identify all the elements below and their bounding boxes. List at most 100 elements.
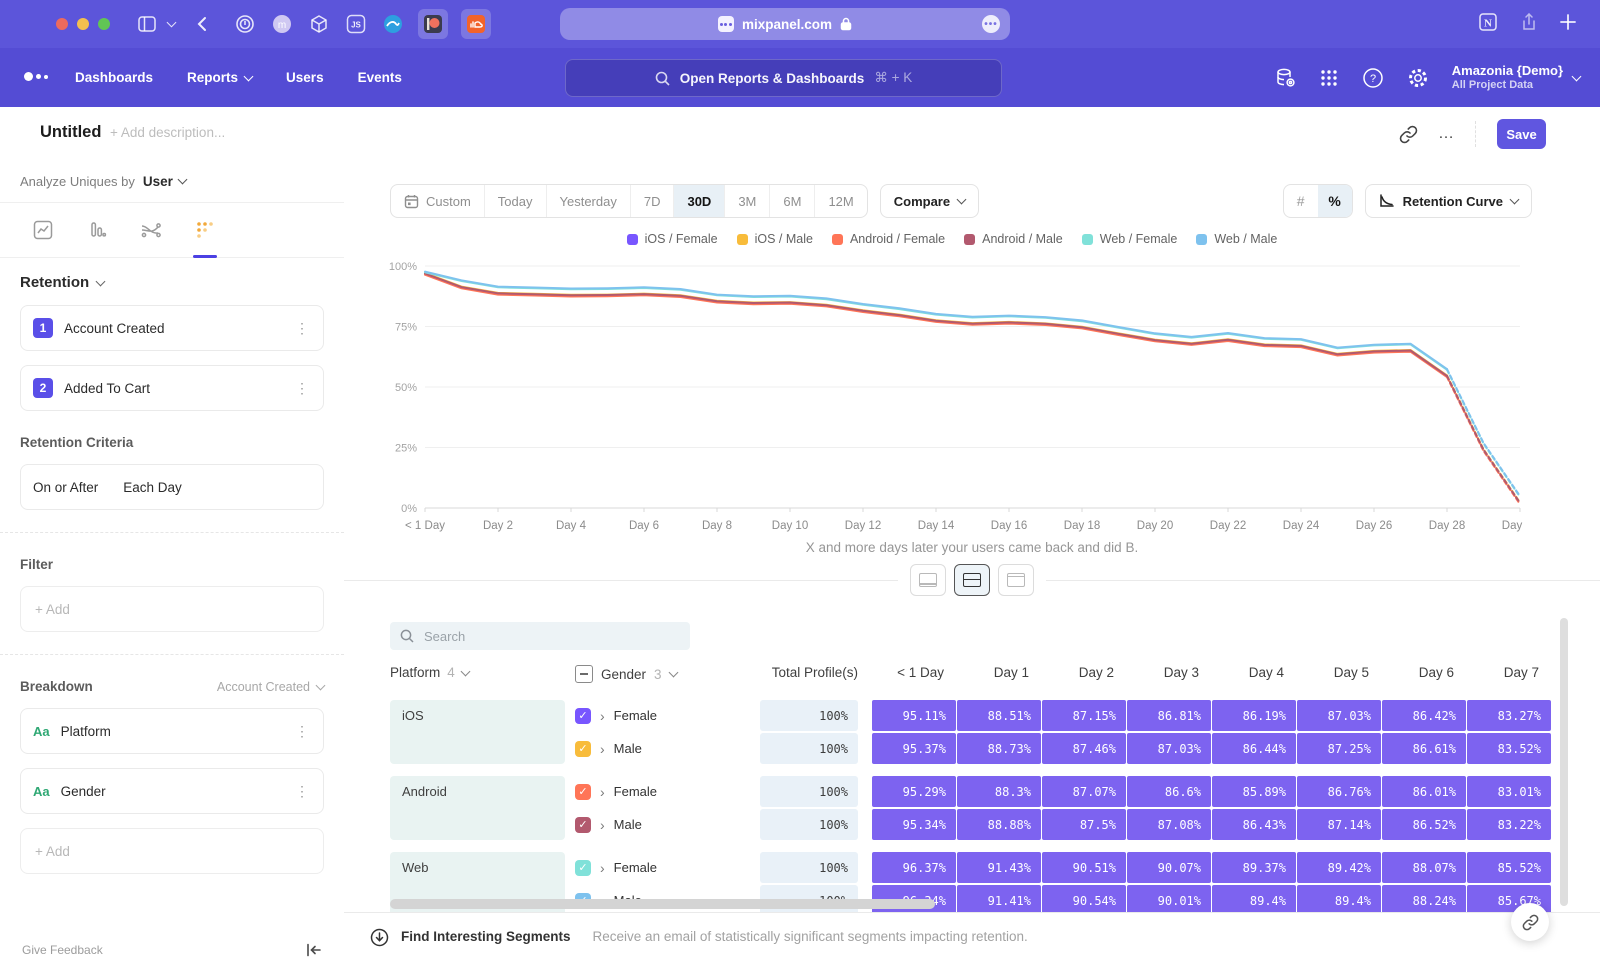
retention-cell[interactable]: 86.81% [1127,700,1211,731]
retention-cell[interactable]: 83.01% [1467,776,1551,807]
close-window-button[interactable] [56,18,68,30]
report-title[interactable]: Untitled [40,123,101,142]
retention-cell[interactable]: 83.22% [1467,809,1551,840]
retention-cell[interactable]: 83.27% [1467,700,1551,731]
retention-cell[interactable]: 88.07% [1382,852,1466,883]
retention-cell[interactable]: 91.43% [957,852,1041,883]
patreon-extension-icon[interactable] [418,9,448,39]
row-checkbox[interactable]: ✓ [575,784,591,800]
retention-cell[interactable]: 86.52% [1382,809,1466,840]
retention-cell[interactable]: 87.46% [1042,733,1126,764]
tab-flows[interactable] [136,203,166,257]
legend-item[interactable]: iOS / Female [627,232,718,246]
row-checkbox[interactable]: ✓ [575,817,591,833]
day-column-header[interactable]: Day 3 [1127,665,1211,680]
retention-cell[interactable]: 86.61% [1382,733,1466,764]
retention-cell[interactable]: 86.76% [1297,776,1381,807]
retention-cell[interactable]: 87.07% [1042,776,1126,807]
retention-cell[interactable]: 95.29% [872,776,956,807]
range-yesterday[interactable]: Yesterday [546,185,630,217]
retention-cell[interactable]: 86.42% [1382,700,1466,731]
absolute-values-toggle[interactable]: # [1284,185,1318,217]
retention-cell[interactable]: 91.41% [957,885,1041,912]
percent-values-toggle[interactable]: % [1318,185,1352,217]
analyze-entity-dropdown[interactable]: User [143,174,173,189]
retention-step-b[interactable]: 2 Added To Cart ⋮ [20,365,324,411]
find-segments-title[interactable]: Find Interesting Segments [401,929,571,944]
chevron-down-icon[interactable] [167,18,177,28]
add-description-field[interactable]: + Add description... [110,125,225,140]
retention-cell[interactable]: 87.5% [1042,809,1126,840]
breakdown-menu-icon[interactable]: ⋮ [293,723,311,740]
breakdown-scope-dropdown[interactable]: Account Created [217,680,324,694]
day-column-header[interactable]: Day 6 [1382,665,1466,680]
nav-events[interactable]: Events [358,70,402,85]
step-menu-icon[interactable]: ⋮ [293,380,311,397]
retention-cell[interactable]: 86.01% [1382,776,1466,807]
nav-reports[interactable]: Reports [187,70,252,85]
apps-grid-icon[interactable] [1319,68,1339,88]
range-today[interactable]: Today [484,185,546,217]
settings-gear-icon[interactable] [1407,67,1429,89]
save-button[interactable]: Save [1497,119,1546,149]
retention-cell[interactable]: 90.54% [1042,885,1126,912]
legend-item[interactable]: Android / Female [832,232,945,246]
legend-item[interactable]: Web / Female [1082,232,1178,246]
more-options-icon[interactable]: … [1438,125,1455,143]
layout-table-only-button[interactable] [998,564,1034,596]
retention-cell[interactable]: 86.43% [1212,809,1296,840]
add-filter-button[interactable]: + Add [20,586,324,632]
collapse-sidebar-icon[interactable] [306,943,322,957]
retention-cell[interactable]: 88.51% [957,700,1041,731]
mixpanel-logo[interactable] [24,72,48,81]
select-all-checkbox[interactable] [575,665,593,683]
gender-column-header[interactable]: Gender 3 [575,665,677,683]
step-menu-icon[interactable]: ⋮ [293,320,311,337]
tab-insights[interactable] [28,203,58,257]
retention-cell[interactable]: 89.42% [1297,852,1381,883]
share-icon[interactable] [1520,12,1538,32]
retention-cell[interactable]: 90.51% [1042,852,1126,883]
retention-cell[interactable]: 95.11% [872,700,956,731]
day-column-header[interactable]: < 1 Day [872,665,956,680]
legend-item[interactable]: iOS / Male [737,232,813,246]
copy-link-icon[interactable] [1399,125,1418,144]
breakdown-platform[interactable]: Aa Platform ⋮ [20,708,324,754]
help-icon[interactable]: ? [1362,67,1384,89]
retention-cell[interactable]: 89.4% [1297,885,1381,912]
new-tab-icon[interactable] [1560,14,1576,30]
layout-chart-only-button[interactable] [910,564,946,596]
maximize-window-button[interactable] [98,18,110,30]
m-extension-icon[interactable]: m [270,12,294,36]
retention-chart[interactable]: 0%25%50%75%100%< 1 DayDay 2Day 4Day 6Day… [380,256,1525,541]
site-options-icon[interactable]: ••• [982,15,1000,33]
expand-row-icon[interactable]: › [600,785,605,799]
expand-row-icon[interactable]: › [600,709,605,723]
retention-cell[interactable]: 88.3% [957,776,1041,807]
retention-step-a[interactable]: 1 Account Created ⋮ [20,305,324,351]
range-30d[interactable]: 30D [673,185,724,217]
retention-cell[interactable]: 85.52% [1467,852,1551,883]
range-3m[interactable]: 3M [724,185,769,217]
row-checkbox[interactable]: ✓ [575,741,591,757]
expand-row-icon[interactable]: › [600,861,605,875]
retention-cell[interactable]: 86.44% [1212,733,1296,764]
day-column-header[interactable]: Day 4 [1212,665,1296,680]
give-feedback-link[interactable]: Give Feedback [22,943,103,957]
retention-cell[interactable]: 90.01% [1127,885,1211,912]
total-column-header[interactable]: Total Profile(s) [760,665,858,680]
retention-cell[interactable]: 96.37% [872,852,956,883]
retention-cell[interactable]: 90.07% [1127,852,1211,883]
retention-cell[interactable]: 88.73% [957,733,1041,764]
retention-cell[interactable]: 87.15% [1042,700,1126,731]
retention-cell[interactable]: 88.88% [957,809,1041,840]
layout-split-button[interactable] [954,564,990,596]
row-checkbox[interactable]: ✓ [575,860,591,876]
retention-cell[interactable]: 89.37% [1212,852,1296,883]
breakdown-menu-icon[interactable]: ⋮ [293,783,311,800]
back-icon[interactable] [197,16,207,32]
horizontal-scrollbar[interactable] [390,899,935,909]
table-search[interactable] [390,622,690,650]
day-column-header[interactable]: Day 5 [1297,665,1381,680]
retention-cell[interactable]: 86.19% [1212,700,1296,731]
